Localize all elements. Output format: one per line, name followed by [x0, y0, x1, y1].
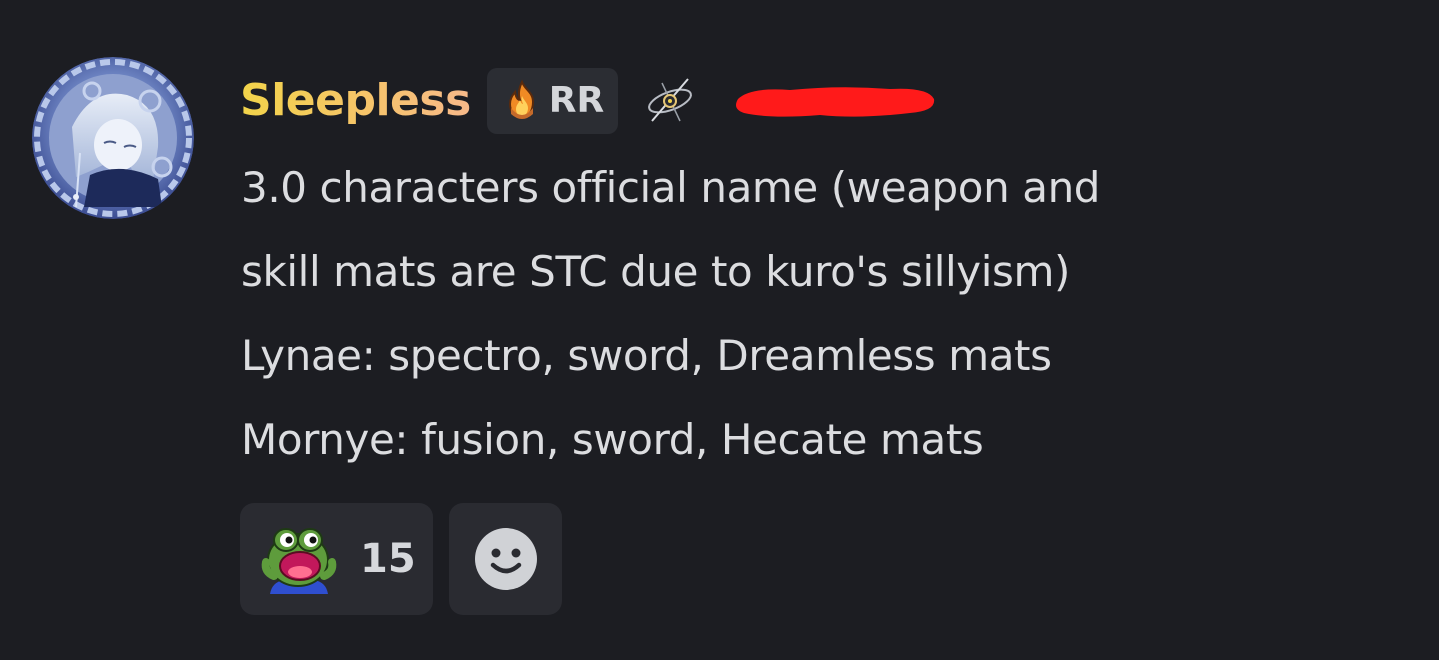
smiley-icon: [474, 528, 537, 590]
flame-icon: [508, 79, 534, 120]
message-line: Lynae: spectro, sword, Dreamless mats: [241, 331, 1052, 380]
message-line: Mornye: fusion, sword, Hecate mats: [241, 415, 984, 464]
message-content: 3.0 characters official name (weapon and…: [241, 146, 1391, 482]
pepe-shocked-emoji: [261, 528, 337, 594]
reactions-bar: 15: [240, 503, 562, 615]
reaction-count: 15: [360, 536, 416, 582]
server-tag-label: RR: [548, 80, 605, 121]
avatar-image: [32, 57, 194, 219]
server-tag[interactable]: RR: [486, 68, 619, 134]
reaction-pepe-shocked[interactable]: 15: [240, 503, 433, 615]
add-reaction-button[interactable]: [449, 503, 562, 615]
author-avatar[interactable]: [32, 57, 194, 219]
message-line: skill mats are STC due to kuro's sillyis…: [241, 247, 1070, 296]
chat-message: Sleepless RR 3.0 characters official nam…: [0, 0, 1439, 660]
message-header: Sleepless RR: [240, 66, 940, 136]
message-line: 3.0 characters official name (weapon and: [241, 163, 1101, 212]
compass-icon: [648, 78, 693, 122]
redacted-mark: [736, 87, 935, 117]
author-username[interactable]: Sleepless: [240, 66, 471, 136]
